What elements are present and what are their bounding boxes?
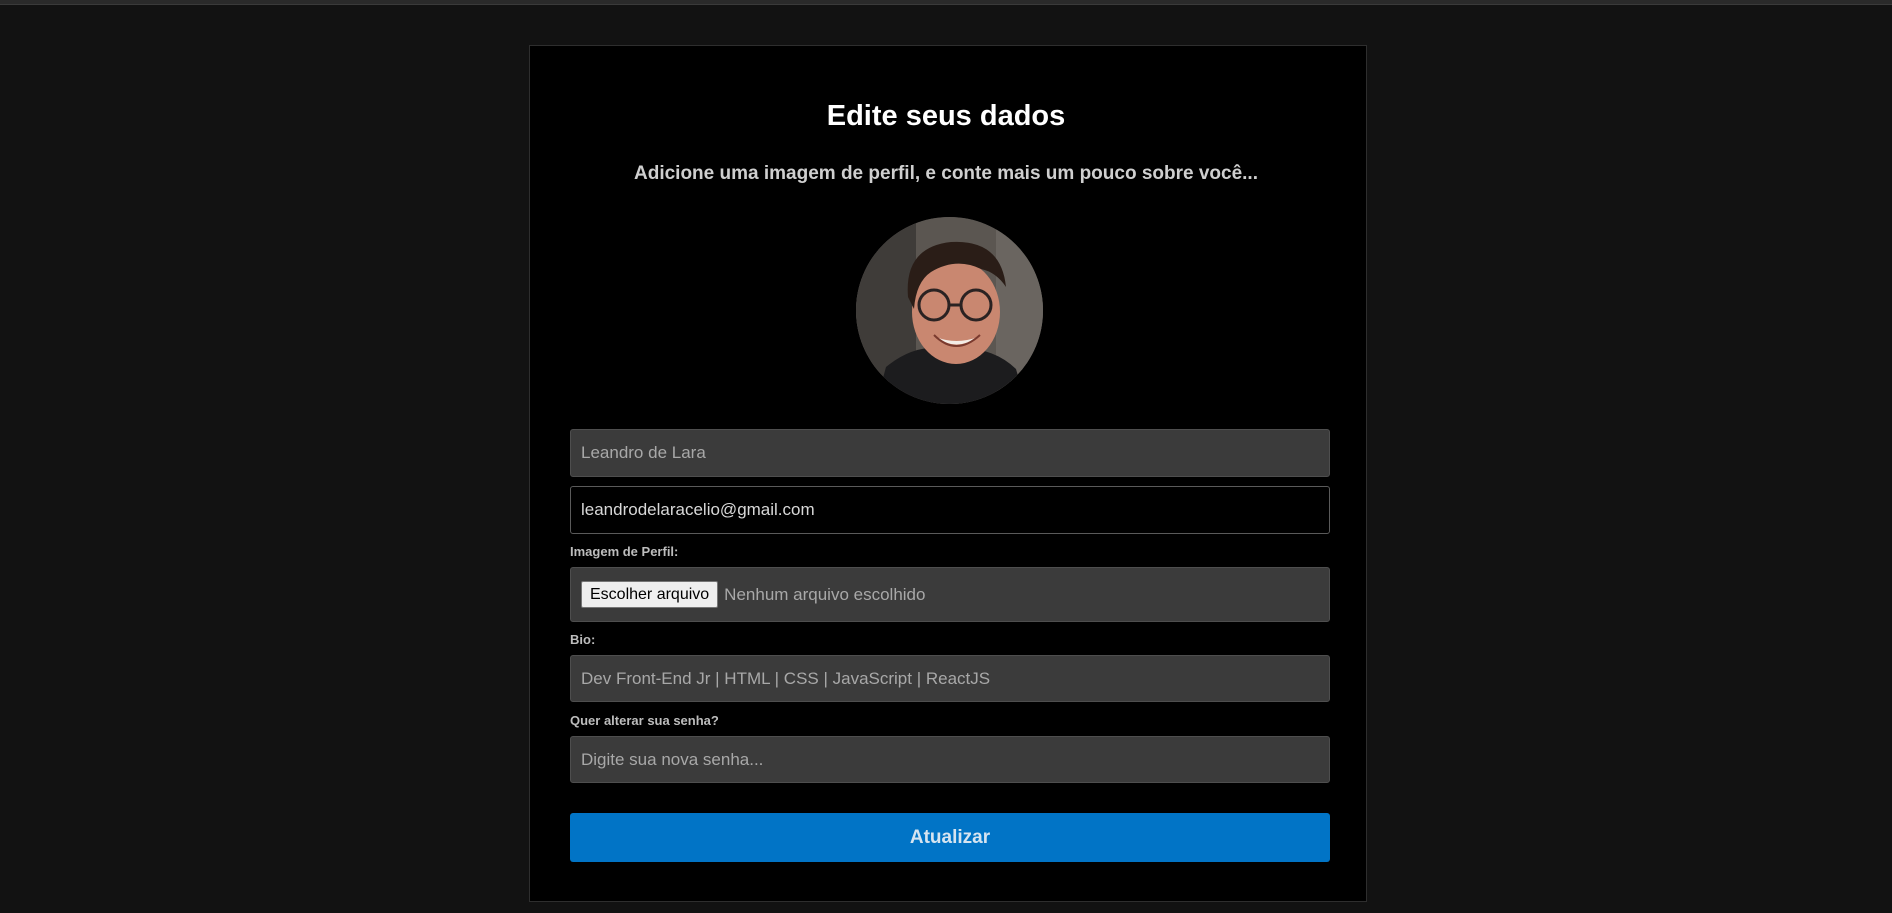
name-input[interactable] [570, 429, 1330, 477]
profile-image-file-input[interactable]: Escolher arquivo Nenhum arquivo escolhid… [570, 567, 1330, 622]
password-label: Quer alterar sua senha? [570, 713, 719, 728]
bio-input[interactable] [570, 655, 1330, 702]
avatar-photo-icon [856, 217, 1043, 404]
profile-image-label: Imagem de Perfil: [570, 544, 679, 559]
update-button[interactable]: Atualizar [570, 813, 1330, 862]
page-title: Edite seus dados [826, 100, 1066, 132]
avatar [856, 217, 1043, 404]
choose-file-button[interactable]: Escolher arquivo [581, 581, 719, 608]
page-subtitle: Adicione uma imagem de perfil, e conte m… [634, 163, 1258, 184]
new-password-input[interactable] [570, 736, 1330, 783]
bio-label: Bio: [570, 632, 596, 647]
top-bar [0, 0, 1892, 5]
file-status-text: Nenhum arquivo escolhido [724, 584, 926, 604]
email-input[interactable] [570, 486, 1330, 534]
